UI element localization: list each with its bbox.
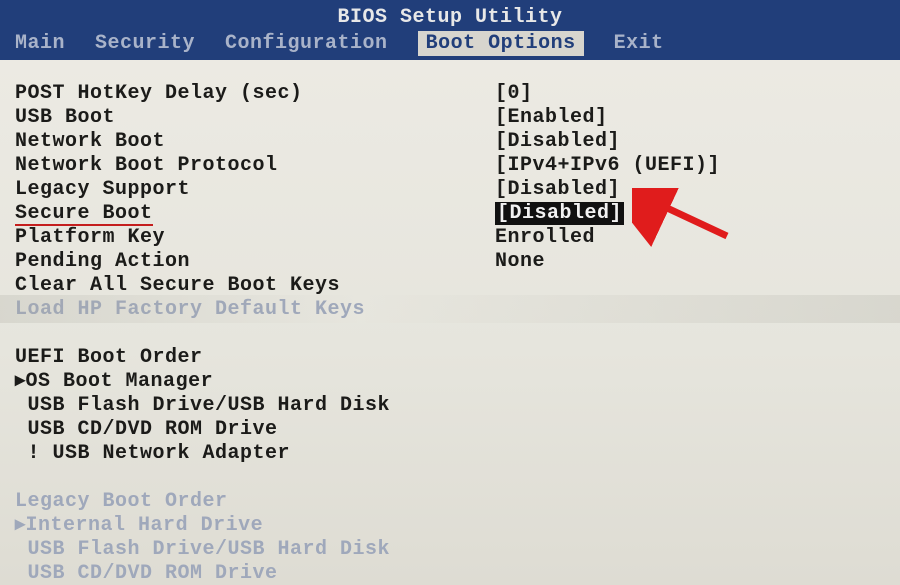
settings-list: POST HotKey Delay (sec)[0]USB Boot[Enabl… (15, 82, 885, 322)
boot-order-item: USB Flash Drive/USB Hard Disk (15, 538, 885, 562)
legacy-boot-order-list: ▸Internal Hard Drive USB Flash Drive/USB… (15, 514, 885, 585)
setting-label: Network Boot (15, 130, 495, 154)
menu-tab-boot-options[interactable]: Boot Options (418, 31, 584, 56)
setting-row-load-hp-factory-default-keys: Load HP Factory Default Keys (15, 298, 885, 322)
setting-row-clear-all-secure-boot-keys[interactable]: Clear All Secure Boot Keys (15, 274, 885, 298)
setting-label: USB Boot (15, 106, 495, 130)
setting-row-platform-key: Platform KeyEnrolled (15, 226, 885, 250)
blank-line (15, 322, 885, 346)
setting-label: Platform Key (15, 226, 495, 250)
setting-value[interactable]: [IPv4+IPv6 (UEFI)] (495, 154, 720, 178)
uefi-boot-order-label: UEFI Boot Order (15, 346, 203, 370)
menu-tab-configuration[interactable]: Configuration (225, 32, 388, 55)
setting-value[interactable]: [0] (495, 82, 533, 106)
blank-line (15, 466, 885, 490)
setting-value[interactable]: [Disabled] (495, 178, 620, 202)
setting-row-network-boot[interactable]: Network Boot[Disabled] (15, 130, 885, 154)
boot-order-item[interactable]: USB Flash Drive/USB Hard Disk (15, 394, 885, 418)
menu-bar: Main Security Configuration Boot Options Exi… (15, 31, 664, 56)
setting-row-network-boot-protocol[interactable]: Network Boot Protocol[IPv4+IPv6 (UEFI)] (15, 154, 885, 178)
setting-label: Load HP Factory Default Keys (15, 298, 495, 322)
setting-label: POST HotKey Delay (sec) (15, 82, 495, 106)
menu-tab-main[interactable]: Main (15, 32, 65, 55)
boot-order-item[interactable]: ▸OS Boot Manager (15, 370, 885, 394)
bios-header: BIOS Setup Utility Main Security Configura… (0, 0, 900, 60)
boot-order-item: USB CD/DVD ROM Drive (15, 562, 885, 585)
legacy-boot-order-label: Legacy Boot Order (15, 490, 228, 514)
bios-body: POST HotKey Delay (sec)[0]USB Boot[Enabl… (0, 60, 900, 585)
setting-value[interactable]: [Disabled] (495, 202, 624, 226)
setting-row-usb-boot[interactable]: USB Boot[Enabled] (15, 106, 885, 130)
boot-order-item: ▸Internal Hard Drive (15, 514, 885, 538)
setting-row-secure-boot[interactable]: Secure Boot [Disabled] (15, 202, 885, 226)
setting-label: Clear All Secure Boot Keys (15, 274, 495, 298)
menu-tab-security[interactable]: Security (95, 32, 195, 55)
setting-value[interactable]: [Enabled] (495, 106, 608, 130)
setting-row-post-hotkey-delay-sec[interactable]: POST HotKey Delay (sec)[0] (15, 82, 885, 106)
setting-value[interactable]: [Disabled] (495, 130, 620, 154)
uefi-boot-order-heading: UEFI Boot Order (15, 346, 885, 370)
setting-label: Pending Action (15, 250, 495, 274)
bios-title: BIOS Setup Utility (0, 6, 900, 29)
menu-tab-exit[interactable]: Exit (614, 32, 664, 55)
setting-row-legacy-support[interactable]: Legacy Support[Disabled] (15, 178, 885, 202)
setting-row-pending-action: Pending ActionNone (15, 250, 885, 274)
legacy-boot-order-heading: Legacy Boot Order (15, 490, 885, 514)
uefi-boot-order-list: ▸OS Boot Manager USB Flash Drive/USB Har… (15, 370, 885, 466)
setting-label: Legacy Support (15, 178, 495, 202)
boot-order-item[interactable]: ! USB Network Adapter (15, 442, 885, 466)
setting-label: Network Boot Protocol (15, 154, 495, 178)
underline-annotation: Secure Boot (15, 204, 153, 226)
selected-value[interactable]: [Disabled] (495, 202, 624, 225)
setting-label: Secure Boot (15, 202, 495, 226)
boot-order-item[interactable]: USB CD/DVD ROM Drive (15, 418, 885, 442)
setting-value: None (495, 250, 545, 274)
setting-value: Enrolled (495, 226, 595, 250)
